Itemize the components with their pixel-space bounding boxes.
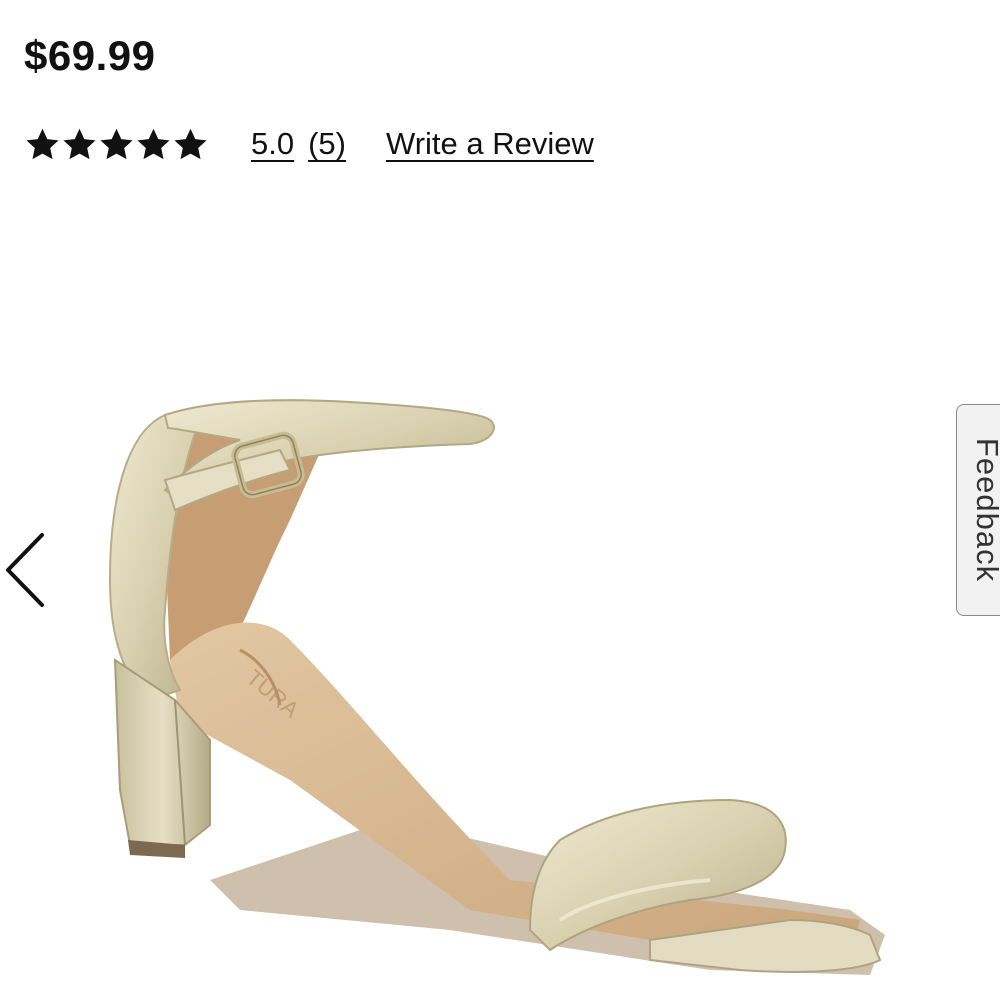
previous-image-button[interactable] — [0, 525, 50, 615]
gold-block-heel-sandal-image[interactable]: TURA — [90, 320, 910, 1000]
star-icon — [172, 126, 209, 163]
feedback-tab[interactable]: Feedback — [956, 404, 1000, 616]
product-title-cutoff — [24, 0, 32, 20]
product-price: $69.99 — [24, 32, 156, 79]
star-icon — [24, 126, 61, 163]
feedback-label: Feedback — [969, 437, 1000, 583]
rating-value-link[interactable]: 5.0 — [251, 126, 294, 162]
chevron-left-icon — [6, 533, 44, 607]
product-page: $69.99 5.0 (5) Write a Review TURA Feedb… — [0, 0, 1000, 1000]
write-review-link[interactable]: Write a Review — [386, 126, 594, 162]
rating-row: 5.0 (5) Write a Review — [24, 120, 594, 168]
review-count-link[interactable]: (5) — [308, 126, 346, 162]
star-icon — [135, 126, 172, 163]
product-image-gallery: TURA — [0, 250, 1000, 1000]
star-rating[interactable] — [24, 126, 209, 163]
star-icon — [98, 126, 135, 163]
star-icon — [61, 126, 98, 163]
